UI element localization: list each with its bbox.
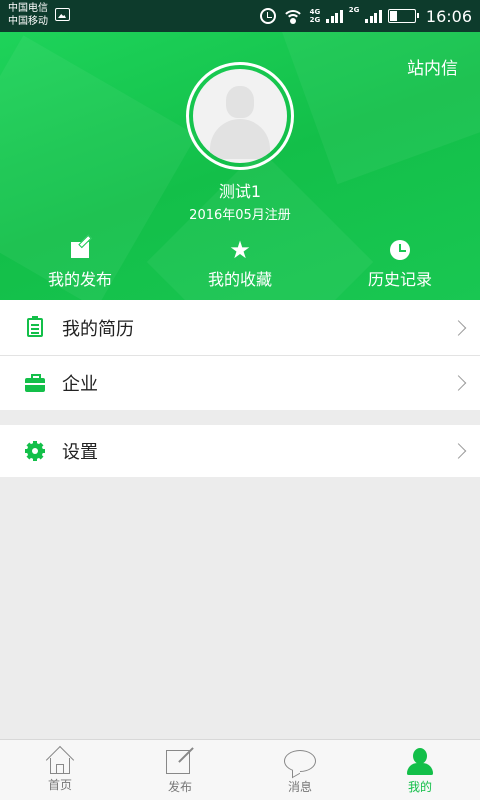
history-label: 历史记录 xyxy=(367,270,432,289)
menu-group-settings: 设置 xyxy=(0,425,480,477)
network-type-2: 2G xyxy=(309,16,321,24)
edit-icon xyxy=(71,242,89,258)
chevron-right-icon xyxy=(450,443,467,459)
inbox-link[interactable]: 站内信 xyxy=(407,54,458,79)
chevron-right-icon xyxy=(450,319,467,336)
my-favorites-button[interactable]: ★ 我的收藏 xyxy=(160,238,320,290)
post-icon xyxy=(164,746,196,776)
tab-post-label: 发布 xyxy=(167,780,192,794)
tab-messages-label: 消息 xyxy=(287,780,312,794)
status-bar: 中国电信 中国移动 4G 2G 2G 16:06 xyxy=(0,0,480,32)
tab-home-label: 首页 xyxy=(47,778,72,792)
profile-icon xyxy=(404,746,436,776)
tab-profile-label: 我的 xyxy=(407,780,432,794)
carrier-2: 中国移动 xyxy=(8,16,48,27)
menu-item-settings-label: 设置 xyxy=(62,442,98,463)
status-icons: 4G 2G 2G 16:06 xyxy=(259,0,472,32)
network-type-1: 4G xyxy=(309,8,321,16)
menu-item-settings[interactable]: 设置 xyxy=(0,425,480,477)
my-favorites-label: 我的收藏 xyxy=(207,270,272,289)
my-posts-label: 我的发布 xyxy=(47,270,112,289)
gear-icon xyxy=(25,441,45,461)
menu-group-main: 我的简历 企业 xyxy=(0,300,480,410)
tab-profile[interactable]: 我的 xyxy=(360,740,480,800)
briefcase-icon xyxy=(25,373,45,392)
avatar-placeholder-icon xyxy=(193,69,287,163)
profile-header: 站内信 测试1 2016年05月注册 我的发布 ★ 我的收藏 历史记录 xyxy=(0,32,480,300)
home-icon xyxy=(45,745,75,775)
bottom-nav: 首页 发布 消息 我的 xyxy=(0,739,480,800)
profile-screen: 中国电信 中国移动 4G 2G 2G 16:06 站内信 测试1 2016年05… xyxy=(0,0,480,800)
menu-item-company-label: 企业 xyxy=(62,373,98,395)
chevron-right-icon xyxy=(450,374,467,391)
network-type-3: 2G xyxy=(348,6,360,14)
screenshot-notification-icon xyxy=(55,8,70,21)
alarm-icon xyxy=(259,8,276,24)
carrier-1: 中国电信 xyxy=(8,3,48,14)
tab-messages[interactable]: 消息 xyxy=(240,740,360,800)
clock-icon xyxy=(390,240,410,260)
status-time: 16:06 xyxy=(425,6,472,26)
battery-icon xyxy=(387,9,419,23)
signal-icon-2 xyxy=(365,9,382,23)
menu-item-resume-label: 我的简历 xyxy=(62,318,134,340)
wifi-icon xyxy=(281,8,304,24)
resume-icon xyxy=(27,316,43,337)
message-icon xyxy=(284,746,316,779)
signal-icon xyxy=(326,9,343,23)
tab-home[interactable]: 首页 xyxy=(0,740,120,800)
history-button[interactable]: 历史记录 xyxy=(320,238,480,290)
registration-date: 2016年05月注册 xyxy=(189,208,291,223)
network-type: 4G 2G xyxy=(310,8,321,24)
menu-item-company[interactable]: 企业 xyxy=(0,355,480,410)
username: 测试1 xyxy=(218,182,262,201)
menu-item-resume[interactable]: 我的简历 xyxy=(0,300,480,355)
avatar[interactable] xyxy=(186,62,294,170)
tab-post[interactable]: 发布 xyxy=(120,740,240,800)
carrier-info: 中国电信 中国移动 xyxy=(8,2,48,28)
star-icon: ★ xyxy=(229,236,251,264)
my-posts-button[interactable]: 我的发布 xyxy=(0,238,160,290)
